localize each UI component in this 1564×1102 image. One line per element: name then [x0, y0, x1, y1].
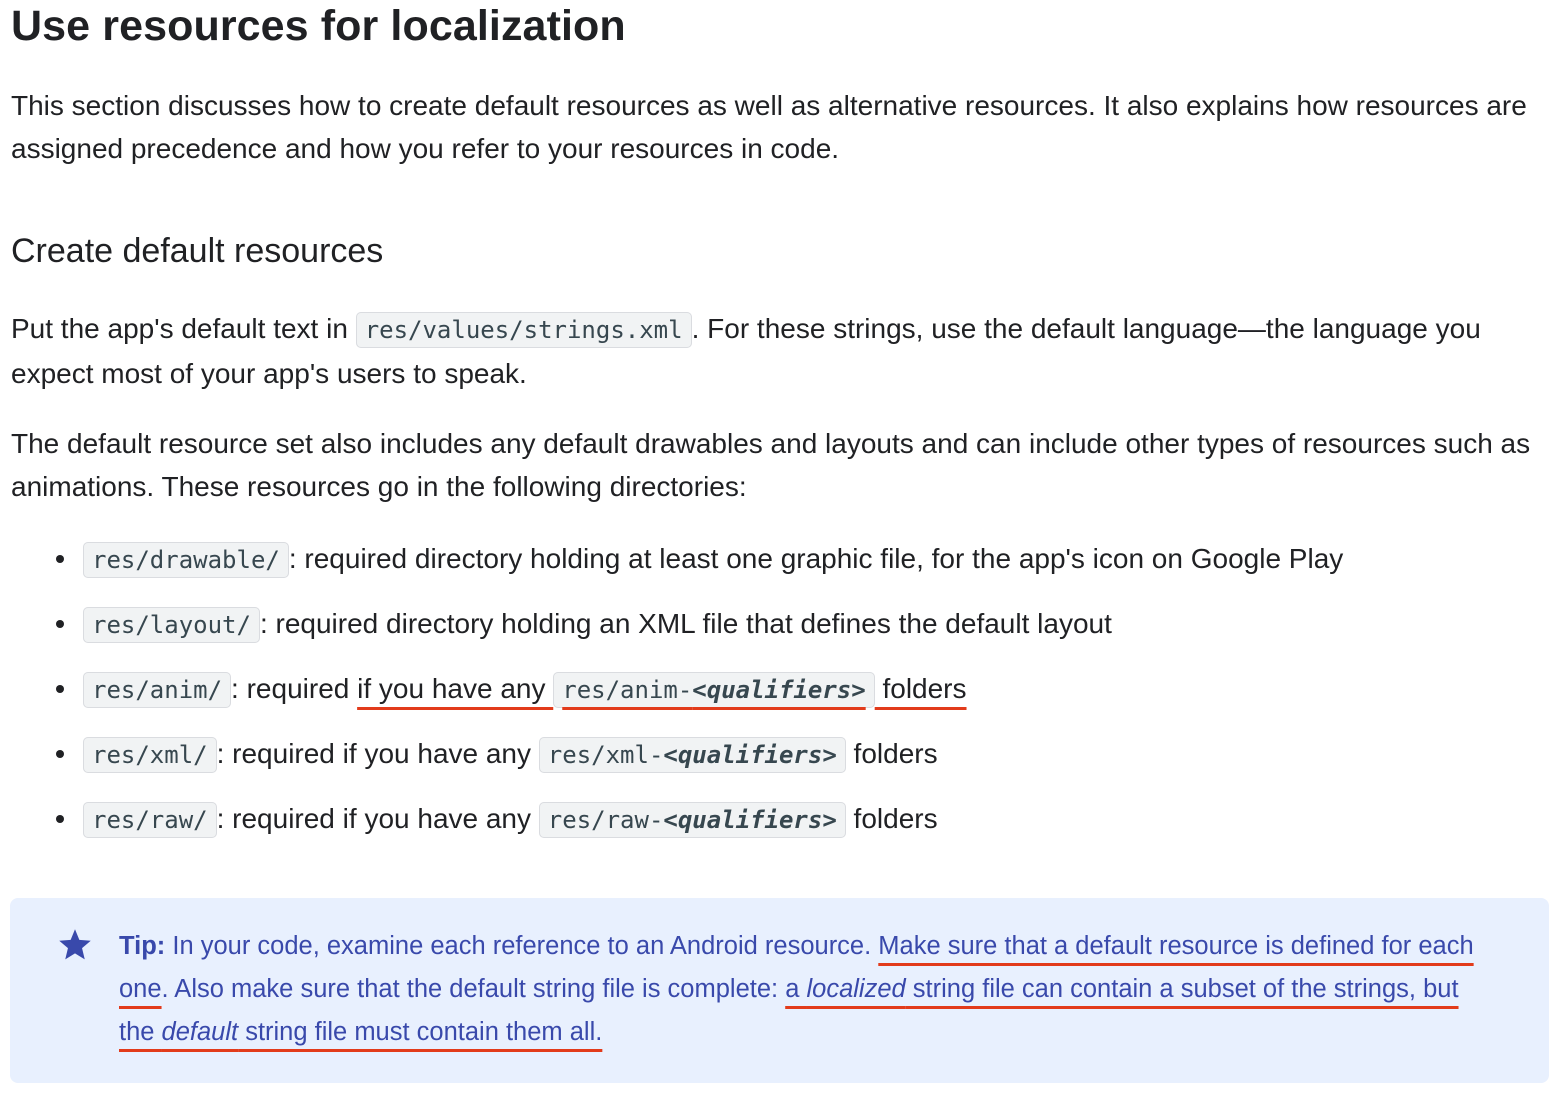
code-snippet: res/anim/ — [83, 672, 232, 708]
list-item: res/xml/: required if you have any res/x… — [56, 732, 1343, 797]
directory-list: res/drawable/: required directory holdin… — [56, 537, 1343, 862]
list-item: res/layout/: required directory holding … — [56, 602, 1343, 667]
tip-label: Tip: — [119, 932, 166, 960]
code-snippet: res/raw-<qualifiers> — [538, 802, 846, 838]
list-item: res/drawable/: required directory holdin… — [56, 537, 1343, 602]
code-snippet: res/layout/ — [83, 607, 260, 643]
resource-set-paragraph: The default resource set also includes a… — [11, 428, 1531, 502]
bullet-icon — [56, 750, 64, 758]
code-snippet: res/anim-<qualifiers> — [553, 672, 875, 708]
tip-text: Tip: In your code, examine each referenc… — [119, 932, 1474, 1046]
code-snippet: res/drawable/ — [83, 542, 289, 578]
star-icon — [59, 929, 91, 960]
code-snippet: res/values/strings.xml — [355, 312, 692, 348]
section-heading: Create default resources — [11, 232, 384, 270]
tip-callout: Tip: In your code, examine each referenc… — [10, 898, 1549, 1083]
list-item: res/raw/: required if you have any res/r… — [56, 797, 1343, 862]
bullet-icon — [56, 815, 64, 823]
default-text-paragraph: Put the app's default text in res/values… — [11, 312, 1481, 389]
bullet-icon — [56, 685, 64, 693]
code-snippet: res/raw/ — [83, 802, 217, 838]
bullet-icon — [56, 620, 64, 628]
bullet-icon — [56, 555, 64, 563]
intro-paragraph: This section discusses how to create def… — [11, 90, 1527, 164]
page-title: Use resources for localization — [11, 2, 626, 50]
highlight-underline: if you have any res/anim-<qualifiers> fo… — [357, 672, 967, 708]
code-snippet: res/xml/ — [83, 737, 217, 773]
list-item: res/anim/: required if you have any res/… — [56, 667, 1343, 732]
code-snippet: res/xml-<qualifiers> — [538, 737, 846, 773]
